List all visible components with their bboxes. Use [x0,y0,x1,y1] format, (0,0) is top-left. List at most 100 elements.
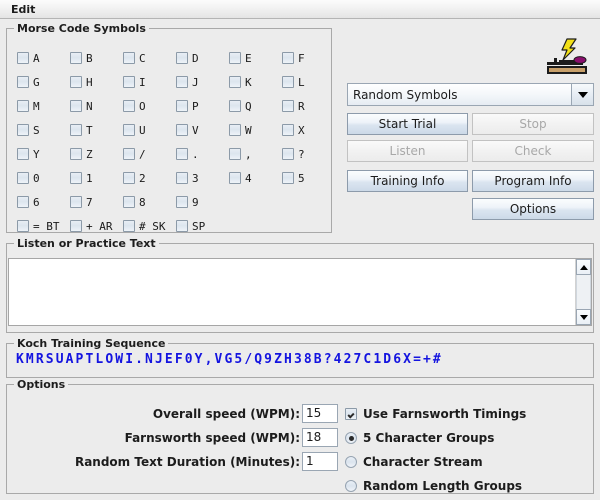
symbol-checkbox-cell[interactable]: + AR [70,217,113,235]
symbol-checkbox-cell[interactable]: A [17,49,40,67]
symbol-checkbox[interactable] [123,124,135,136]
symbol-checkbox-cell[interactable]: 9 [176,193,199,211]
symbol-checkbox[interactable] [17,196,29,208]
symbol-checkbox-cell[interactable]: 3 [176,169,199,187]
symbol-checkbox-cell[interactable]: K [229,73,252,91]
practice-textarea[interactable] [9,259,575,325]
group-mode-radio[interactable] [345,432,357,444]
symbol-checkbox-cell[interactable]: C [123,49,146,67]
symbol-checkbox-cell[interactable]: 2 [123,169,146,187]
group-mode-radio-row[interactable]: 5 Character Groups [345,429,494,447]
practice-textarea-wrap[interactable] [8,258,592,326]
symbol-checkbox[interactable] [17,220,29,232]
symbol-checkbox-cell[interactable]: X [282,121,305,139]
symbol-checkbox[interactable] [17,76,29,88]
symbol-checkbox[interactable] [123,220,135,232]
symbol-checkbox-cell[interactable]: S [17,121,40,139]
symbol-checkbox[interactable] [282,148,294,160]
symbol-checkbox-cell[interactable]: / [123,145,146,163]
symbol-checkbox[interactable] [123,148,135,160]
symbol-checkbox-cell[interactable]: N [70,97,93,115]
symbol-checkbox-cell[interactable]: = BT [17,217,60,235]
symbol-checkbox[interactable] [229,52,241,64]
group-mode-radio-row[interactable]: Random Length Groups [345,477,522,495]
symbol-checkbox[interactable] [282,52,294,64]
symbol-checkbox[interactable] [229,172,241,184]
symbol-checkbox-cell[interactable]: L [282,73,305,91]
symbol-checkbox-cell[interactable]: E [229,49,252,67]
symbol-checkbox[interactable] [282,172,294,184]
symbol-checkbox[interactable] [229,124,241,136]
symbol-checkbox-cell[interactable]: D [176,49,199,67]
symbol-checkbox[interactable] [70,220,82,232]
chevron-down-icon[interactable] [571,84,593,105]
symbol-checkbox-cell[interactable]: SP [176,217,205,235]
symbol-checkbox-cell[interactable]: V [176,121,199,139]
symbol-checkbox[interactable] [70,148,82,160]
symbol-checkbox-cell[interactable]: 6 [17,193,40,211]
symbol-checkbox-cell[interactable]: 0 [17,169,40,187]
symbol-checkbox-cell[interactable]: 4 [229,169,252,187]
option-input[interactable]: 18 [302,428,338,447]
symbol-checkbox[interactable] [17,148,29,160]
symbol-checkbox-cell[interactable]: U [123,121,146,139]
symbol-checkbox[interactable] [176,124,188,136]
symbol-checkbox[interactable] [17,100,29,112]
symbol-checkbox-cell[interactable]: G [17,73,40,91]
symbol-checkbox[interactable] [229,76,241,88]
symbol-checkbox[interactable] [123,196,135,208]
symbol-checkbox[interactable] [123,172,135,184]
symbol-checkbox-cell[interactable]: ? [282,145,305,163]
symbol-checkbox-cell[interactable]: 8 [123,193,146,211]
use-farnsworth-timings-checkbox-row[interactable]: Use Farnsworth Timings [345,405,526,423]
practice-scrollbar[interactable] [575,259,591,325]
symbol-checkbox[interactable] [176,76,188,88]
start-trial-button[interactable]: Start Trial [347,113,468,135]
symbol-checkbox-cell[interactable]: P [176,97,199,115]
symbol-checkbox[interactable] [17,124,29,136]
symbol-checkbox[interactable] [282,76,294,88]
scroll-up-icon[interactable] [576,259,591,275]
symbol-checkbox[interactable] [176,52,188,64]
symbol-checkbox-cell[interactable]: 1 [70,169,93,187]
symbol-checkbox-cell[interactable]: W [229,121,252,139]
symbol-checkbox[interactable] [123,100,135,112]
symbol-checkbox-cell[interactable]: , [229,145,252,163]
menu-item-edit[interactable]: Edit [6,2,40,17]
symbol-checkbox[interactable] [229,148,241,160]
symbol-checkbox[interactable] [70,52,82,64]
symbol-checkbox[interactable] [282,124,294,136]
scrollbar-track[interactable] [576,275,591,309]
symbol-checkbox-cell[interactable]: H [70,73,93,91]
group-mode-radio[interactable] [345,456,357,468]
symbol-checkbox[interactable] [176,148,188,160]
symbol-checkbox[interactable] [123,52,135,64]
symbol-checkbox[interactable] [17,52,29,64]
symbol-checkbox[interactable] [176,172,188,184]
symbol-checkbox-cell[interactable]: I [123,73,146,91]
symbol-checkbox-cell[interactable]: 5 [282,169,305,187]
symbol-checkbox-cell[interactable]: B [70,49,93,67]
symbol-checkbox[interactable] [176,196,188,208]
symbol-checkbox[interactable] [70,172,82,184]
symbol-checkbox[interactable] [176,220,188,232]
symbol-checkbox-cell[interactable]: O [123,97,146,115]
training-info-button[interactable]: Training Info [347,170,468,192]
symbol-checkbox[interactable] [70,100,82,112]
symbol-checkbox[interactable] [282,100,294,112]
option-input[interactable]: 15 [302,404,338,423]
symbol-checkbox-cell[interactable]: Q [229,97,252,115]
symbol-checkbox[interactable] [229,100,241,112]
symbol-checkbox-cell[interactable]: . [176,145,199,163]
mode-select[interactable]: Random Symbols [347,83,594,106]
symbol-checkbox[interactable] [70,124,82,136]
symbol-checkbox-cell[interactable]: 7 [70,193,93,211]
symbol-checkbox-cell[interactable]: M [17,97,40,115]
symbol-checkbox[interactable] [176,100,188,112]
symbol-checkbox-cell[interactable]: Y [17,145,40,163]
symbol-checkbox[interactable] [70,196,82,208]
options-button[interactable]: Options [472,198,594,220]
symbol-checkbox-cell[interactable]: J [176,73,199,91]
symbol-checkbox-cell[interactable]: # SK [123,217,166,235]
symbol-checkbox[interactable] [123,76,135,88]
